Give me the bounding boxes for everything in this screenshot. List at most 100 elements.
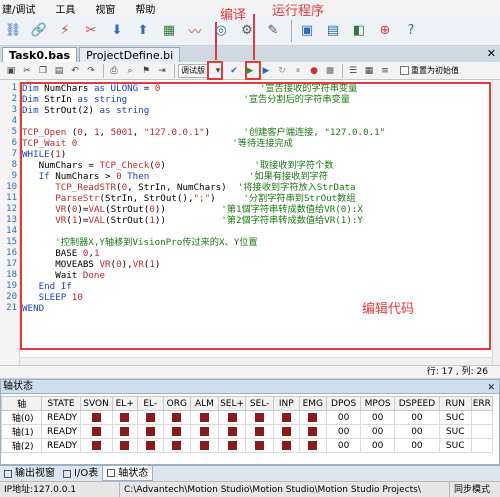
table-icon[interactable]: ▤ bbox=[322, 20, 344, 42]
controller-icon[interactable]: ▦ bbox=[158, 20, 180, 42]
column-header[interactable]: 轴 bbox=[0, 396, 43, 411]
connect-icon[interactable]: ⚡ bbox=[54, 20, 76, 42]
io-indicator bbox=[199, 440, 209, 450]
io-icon[interactable]: ◧ bbox=[348, 20, 370, 42]
table-row[interactable]: 轴(1) READY 00 00 00 SUC bbox=[0, 424, 494, 439]
compile-annotation: 编译 bbox=[220, 8, 247, 23]
column-header[interactable]: MPOS bbox=[360, 396, 396, 411]
project-path: C:\Advantech\Motion Studio\Motion Studio… bbox=[120, 481, 450, 497]
record-icon[interactable]: ● bbox=[307, 64, 321, 78]
io-indicator bbox=[91, 440, 101, 450]
wave-icon[interactable]: 〰 bbox=[184, 20, 206, 42]
disconnect-icon[interactable]: ✂ bbox=[80, 20, 102, 42]
column-header[interactable]: ORG bbox=[162, 396, 192, 411]
table-row[interactable]: 轴(2) READY 00 00 00 SUC bbox=[0, 438, 494, 453]
table-cell bbox=[470, 438, 494, 453]
tab-axis-status[interactable]: 轴状态 bbox=[102, 466, 154, 481]
pause-icon[interactable]: ⏸ bbox=[291, 64, 305, 78]
table-row[interactable]: 轴(0) READY 00 00 00 SUC bbox=[0, 410, 494, 425]
tab-task0[interactable]: Task0.bas bbox=[2, 47, 78, 62]
close-icon[interactable]: ✕ bbox=[487, 47, 496, 60]
download-icon[interactable]: ⬇ bbox=[106, 20, 128, 42]
line-number: 15 bbox=[6, 237, 17, 247]
main-toolbar: ⛓ 🔗 ⚡ ✂ ⬇ ⬆ ▦ 〰 ◎ ⚙ ✎ ▣ ▤ ◧ ⊕ ? bbox=[0, 16, 500, 46]
column-header[interactable]: INP bbox=[273, 396, 300, 411]
column-header[interactable]: SVON bbox=[79, 396, 113, 411]
table-cell bbox=[137, 410, 164, 425]
tab-output-window[interactable]: 输出视窗 bbox=[0, 466, 59, 481]
table-cell bbox=[217, 438, 247, 453]
print-icon[interactable]: ⎙ bbox=[107, 64, 121, 78]
horizontal-scrollbar[interactable] bbox=[20, 357, 492, 365]
watch-icon[interactable]: ☰ bbox=[346, 64, 360, 78]
stop-icon[interactable]: ■ bbox=[323, 64, 337, 78]
checkbox-box[interactable] bbox=[400, 66, 409, 75]
compile-icon[interactable]: ✔ bbox=[227, 64, 241, 78]
line-number: 16 bbox=[6, 248, 17, 258]
io-indicator bbox=[255, 412, 265, 422]
column-header[interactable]: STATE bbox=[41, 396, 81, 411]
table-cell bbox=[470, 410, 494, 425]
column-header[interactable]: EL+ bbox=[111, 396, 138, 411]
vertical-scrollbar[interactable] bbox=[492, 80, 500, 365]
line-number: 8 bbox=[11, 160, 17, 170]
column-header[interactable]: ALM bbox=[190, 396, 219, 411]
undo-icon[interactable]: ↶ bbox=[68, 64, 82, 78]
column-header[interactable]: DSPEED bbox=[394, 396, 440, 411]
menu-build[interactable]: 建/调试 bbox=[0, 1, 45, 16]
column-header[interactable]: ERR bbox=[470, 396, 494, 411]
cut-icon[interactable]: ✂ bbox=[20, 64, 34, 78]
column-header[interactable]: EL- bbox=[137, 396, 164, 411]
redo-icon[interactable]: ↷ bbox=[84, 64, 98, 78]
output-icon bbox=[4, 469, 12, 478]
table-cell bbox=[111, 438, 138, 453]
axis-status-panel: 轴状态 ✕ 轴 STATE SVON EL+ EL- ORG ALM SEL+ SEL- INP E… bbox=[0, 379, 500, 465]
io-indicator bbox=[172, 426, 182, 436]
line-number: 17 bbox=[6, 259, 17, 269]
run-program-icon[interactable]: ▶ bbox=[259, 64, 273, 78]
column-header[interactable]: SEL- bbox=[245, 396, 274, 411]
indent-icon[interactable]: ⇥ bbox=[155, 64, 169, 78]
variables-icon[interactable]: ▦ bbox=[362, 64, 376, 78]
link-icon[interactable]: 🔗 bbox=[28, 20, 50, 42]
tab-io-table[interactable]: I/O表 bbox=[59, 466, 102, 481]
io-indicator bbox=[145, 426, 155, 436]
line-number: 4 bbox=[11, 116, 17, 126]
help-icon[interactable]: ? bbox=[400, 20, 422, 42]
axis-icon[interactable]: ⊕ bbox=[374, 20, 396, 42]
panel-title: 轴状态 ✕ bbox=[1, 380, 499, 394]
menu-window[interactable]: 视窗 bbox=[85, 1, 125, 16]
unlink-icon[interactable]: ⛓ bbox=[2, 20, 24, 42]
table-cell bbox=[79, 410, 113, 425]
io-indicator bbox=[172, 440, 182, 450]
menu-help[interactable]: 帮助 bbox=[125, 1, 165, 16]
bottom-tab-strip: 输出视窗 I/O表 轴状态 bbox=[0, 465, 500, 481]
table-cell: SUC bbox=[438, 424, 472, 439]
column-header[interactable]: EMG bbox=[298, 396, 328, 411]
upload-icon[interactable]: ⬆ bbox=[132, 20, 154, 42]
column-header[interactable]: SEL+ bbox=[217, 396, 247, 411]
edit-annotation: 编辑代码 bbox=[362, 302, 415, 317]
column-header[interactable]: RUN bbox=[438, 396, 472, 411]
copy-icon[interactable]: ❐ bbox=[36, 64, 50, 78]
tab-label: 轴状态 bbox=[118, 467, 149, 479]
reset-initial-checkbox[interactable]: 重置为初始值 bbox=[400, 65, 459, 76]
save-icon[interactable]: ▣ bbox=[4, 64, 18, 78]
io-indicator bbox=[91, 412, 101, 422]
bookmark-icon[interactable]: ⚑ bbox=[139, 64, 153, 78]
list-icon[interactable]: ≡ bbox=[378, 64, 392, 78]
panel-title-text: 轴状态 bbox=[3, 381, 33, 392]
tool-icon[interactable]: ✎ bbox=[262, 20, 284, 42]
build-mode-select[interactable]: 调试版 bbox=[178, 63, 208, 78]
table-cell bbox=[137, 438, 164, 453]
step-icon[interactable]: ↻ bbox=[275, 64, 289, 78]
pin-icon[interactable]: ✕ bbox=[487, 381, 495, 395]
vr-icon[interactable]: ▣ bbox=[296, 20, 318, 42]
column-header[interactable]: DPOS bbox=[326, 396, 362, 411]
find-icon[interactable]: ⌕ bbox=[123, 64, 137, 78]
paste-icon[interactable]: ▤ bbox=[52, 64, 66, 78]
io-indicator bbox=[308, 426, 318, 436]
table-cell: 00 bbox=[394, 424, 440, 439]
menu-tools[interactable]: 工具 bbox=[45, 1, 85, 16]
tab-project-define[interactable]: ProjectDefine.bi bbox=[79, 47, 181, 62]
